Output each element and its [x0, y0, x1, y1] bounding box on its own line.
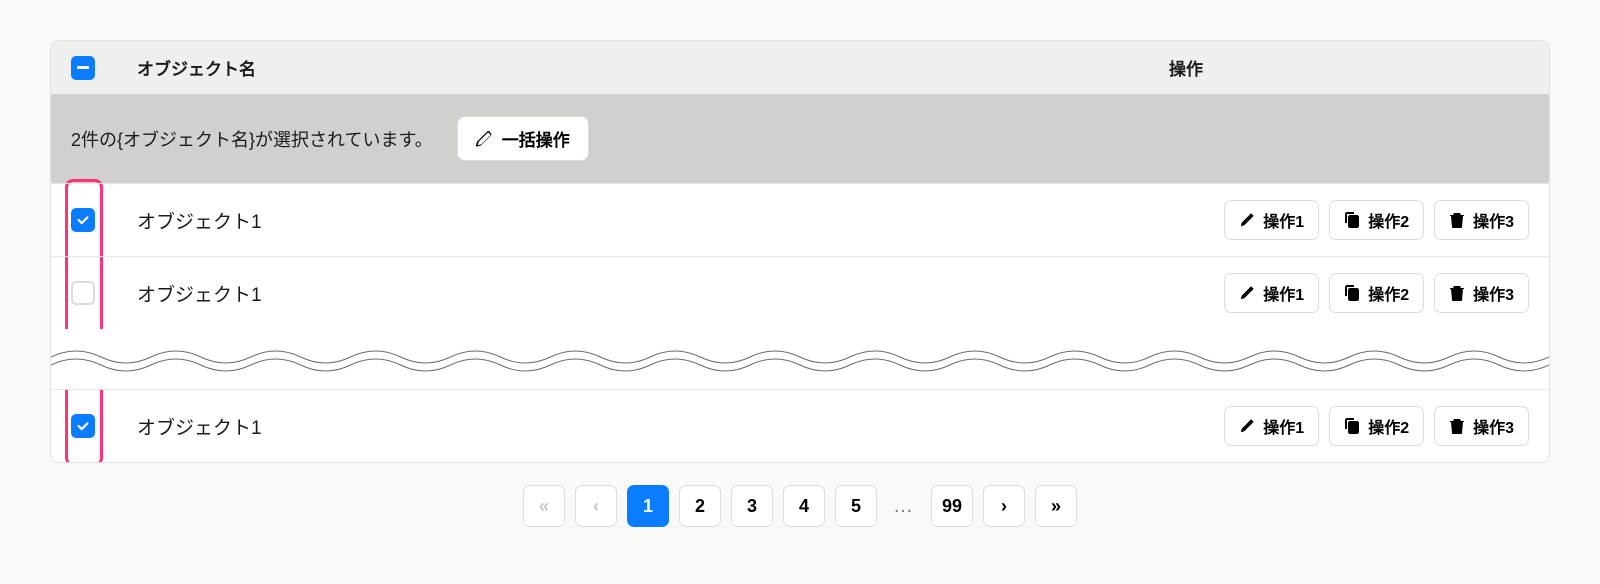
- row-name: オブジェクト1: [137, 280, 1182, 307]
- copy-icon: [1344, 285, 1360, 301]
- trash-icon: [1449, 212, 1465, 228]
- row-actions: 操作1 操作2 操作3: [1224, 273, 1529, 313]
- page-number-button[interactable]: 1: [627, 485, 669, 527]
- page-prev-button[interactable]: ‹: [575, 485, 617, 527]
- table-row: オブジェクト1 操作1 操作2 操作3: [51, 389, 1549, 462]
- row-action-1[interactable]: 操作1: [1224, 273, 1319, 313]
- row-action-1[interactable]: 操作1: [1224, 406, 1319, 446]
- page-number-button[interactable]: 5: [835, 485, 877, 527]
- row-actions: 操作1 操作2 操作3: [1224, 200, 1529, 240]
- selection-bar: 2件の{オブジェクト名}が選択されています。 一括操作: [51, 94, 1549, 183]
- table-row: オブジェクト1 操作1 操作2 操作3: [51, 256, 1549, 329]
- chevron-left-icon: ‹: [593, 496, 599, 517]
- rows-container: オブジェクト1 操作1 操作2 操作3 オブジェ: [51, 183, 1549, 462]
- row-name: オブジェクト1: [137, 413, 1182, 440]
- select-all-checkbox[interactable]: [71, 56, 95, 80]
- pencil-icon: [1239, 285, 1255, 301]
- page-first-button[interactable]: «: [523, 485, 565, 527]
- row-checkbox[interactable]: [71, 208, 95, 232]
- pencil-icon: [476, 131, 492, 147]
- row-checkbox[interactable]: [71, 281, 95, 305]
- page-number-button[interactable]: 3: [731, 485, 773, 527]
- row-action-2[interactable]: 操作2: [1329, 200, 1424, 240]
- row-action-1[interactable]: 操作1: [1224, 200, 1319, 240]
- page-next-button[interactable]: ›: [983, 485, 1025, 527]
- check-icon: [76, 213, 90, 227]
- column-header-ops: 操作: [1169, 55, 1529, 80]
- page-last-button[interactable]: »: [1035, 485, 1077, 527]
- chevron-double-left-icon: «: [539, 496, 549, 517]
- bulk-action-label: 一括操作: [502, 126, 570, 151]
- check-icon: [76, 419, 90, 433]
- row-action-3[interactable]: 操作3: [1434, 273, 1529, 313]
- data-table: オブジェクト名 操作 2件の{オブジェクト名}が選択されています。 一括操作 オ…: [50, 40, 1550, 463]
- trash-icon: [1449, 285, 1465, 301]
- page-last-number-button[interactable]: 99: [931, 485, 973, 527]
- row-name: オブジェクト1: [137, 207, 1182, 234]
- table-row: オブジェクト1 操作1 操作2 操作3: [51, 183, 1549, 256]
- pencil-icon: [1239, 418, 1255, 434]
- row-action-2[interactable]: 操作2: [1329, 406, 1424, 446]
- row-actions: 操作1 操作2 操作3: [1224, 406, 1529, 446]
- row-action-2[interactable]: 操作2: [1329, 273, 1424, 313]
- minus-icon: [77, 66, 89, 69]
- page-number-button[interactable]: 2: [679, 485, 721, 527]
- selection-message: 2件の{オブジェクト名}が選択されています。: [71, 126, 433, 152]
- rows-omitted-divider: [51, 329, 1549, 389]
- row-action-3[interactable]: 操作3: [1434, 406, 1529, 446]
- pencil-icon: [1239, 212, 1255, 228]
- trash-icon: [1449, 418, 1465, 434]
- copy-icon: [1344, 418, 1360, 434]
- pagination: « ‹ 1 2 3 4 5 … 99 › »: [50, 485, 1550, 527]
- column-header-name: オブジェクト名: [137, 55, 1127, 80]
- page-ellipsis: …: [887, 495, 921, 518]
- page-number-button[interactable]: 4: [783, 485, 825, 527]
- chevron-right-icon: ›: [1001, 496, 1007, 517]
- chevron-double-right-icon: »: [1051, 496, 1061, 517]
- row-checkbox[interactable]: [71, 414, 95, 438]
- table-header: オブジェクト名 操作: [51, 41, 1549, 94]
- copy-icon: [1344, 212, 1360, 228]
- row-action-3[interactable]: 操作3: [1434, 200, 1529, 240]
- bulk-action-button[interactable]: 一括操作: [457, 116, 589, 161]
